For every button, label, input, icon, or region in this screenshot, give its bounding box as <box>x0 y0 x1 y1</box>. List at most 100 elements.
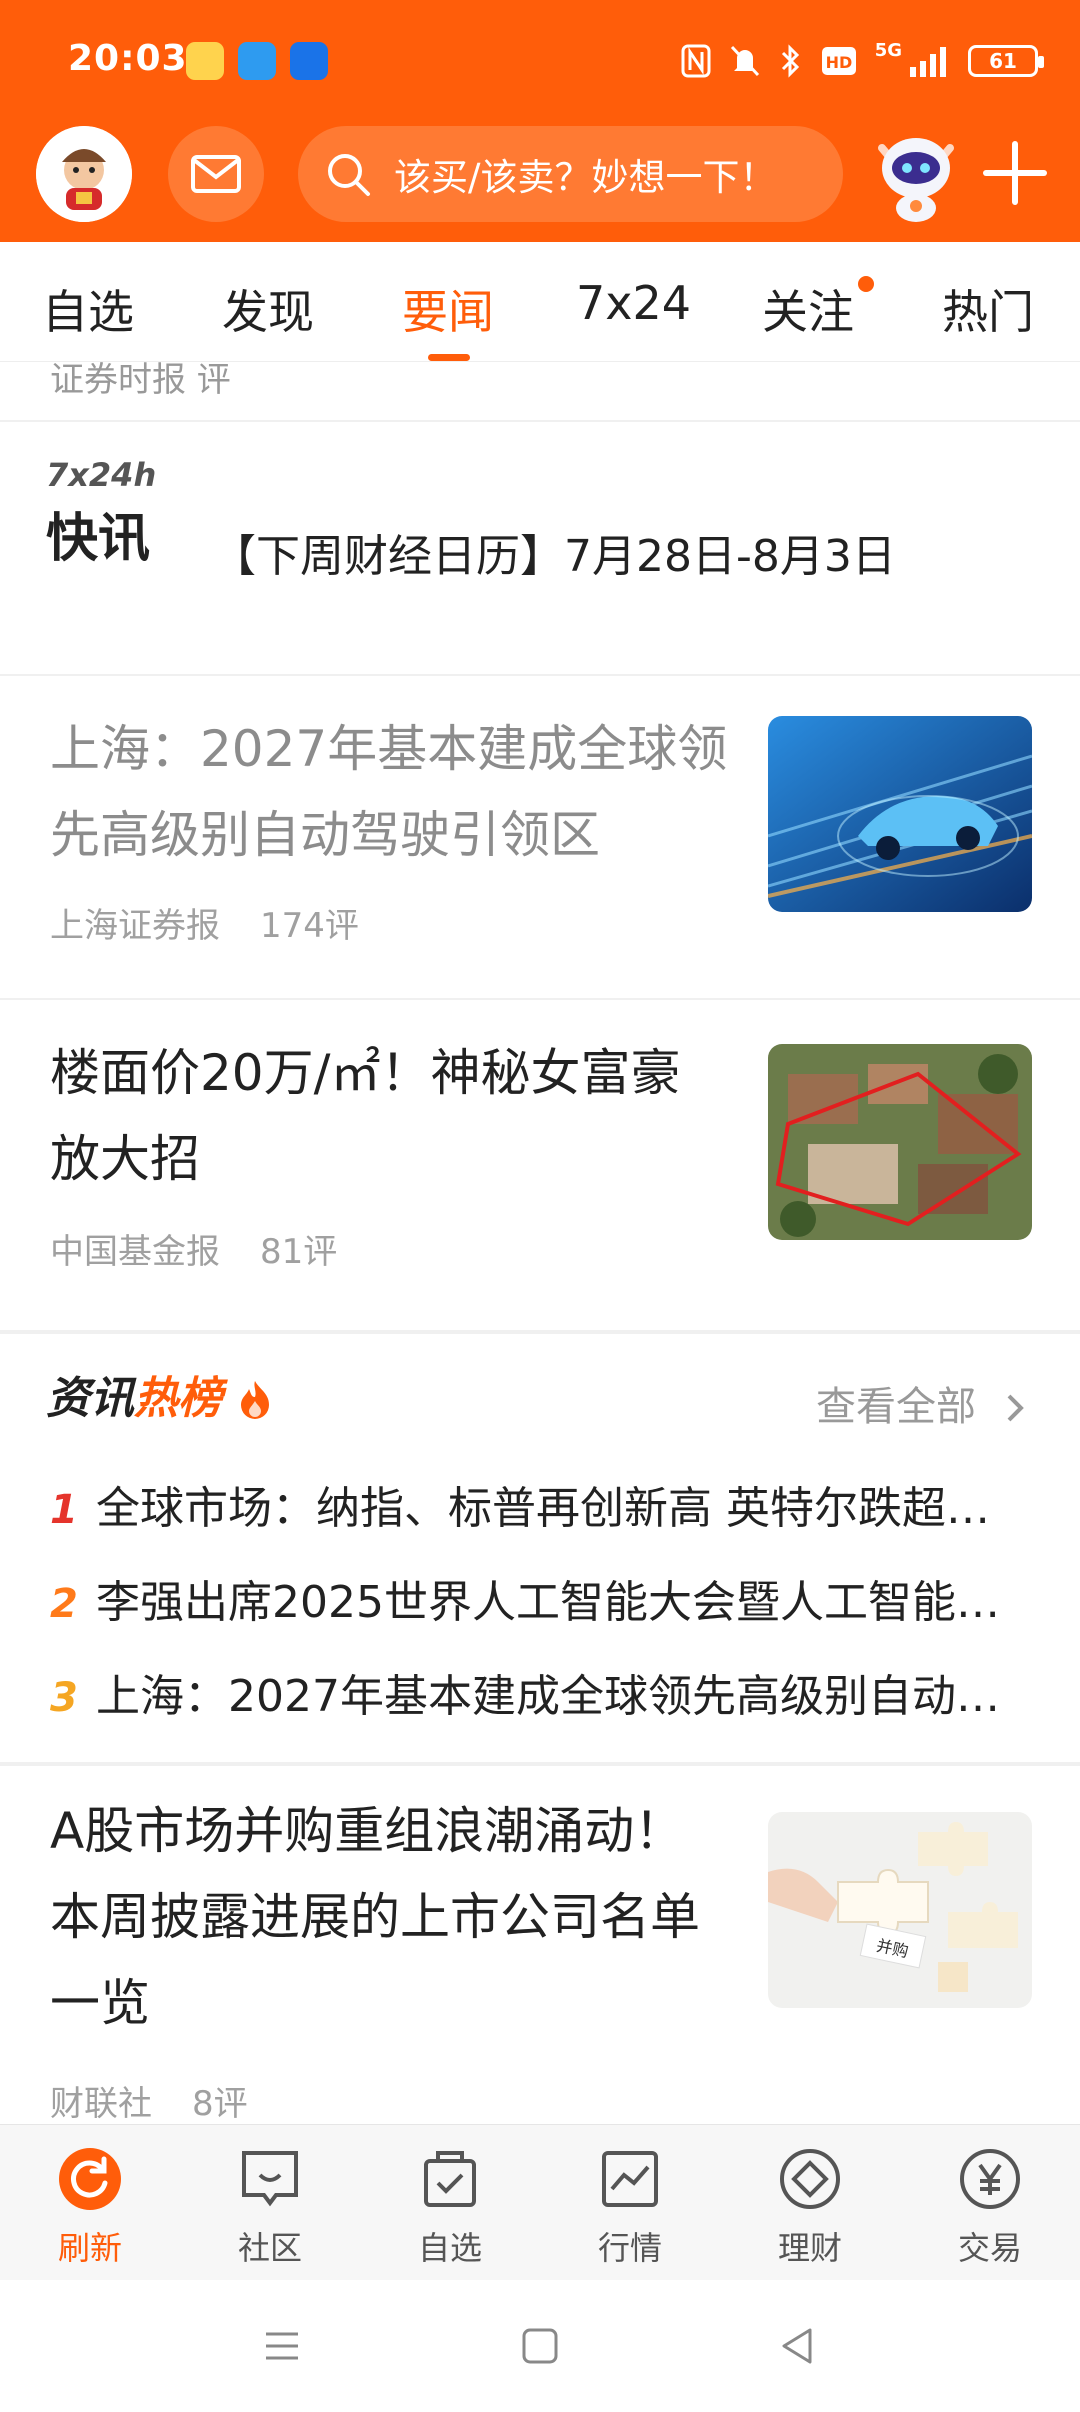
tab-watchlist[interactable]: 自选 <box>42 276 134 342</box>
hot-list-title-a: 资讯 <box>46 1373 134 1424</box>
hot-list-item[interactable]: 2 李强出席2025世界人工智能大会暨人工智能… <box>50 1566 1060 1630</box>
news-source: 财联社 <box>50 2084 152 2124</box>
tab-7x24[interactable]: 7x24 <box>576 276 691 330</box>
yuan-coin-icon <box>960 2149 1020 2209</box>
robot-mascot-icon <box>878 138 954 222</box>
news-thumbnail <box>768 1044 1032 1240</box>
add-icon[interactable] <box>980 138 1050 208</box>
aerial-land-image <box>768 1044 1032 1240</box>
signal-icon <box>910 47 946 77</box>
autonomous-car-image <box>768 716 1032 912</box>
cloud-notification-icon <box>290 42 328 80</box>
bottom-navigation: 刷新 社区 自选 行情 理财 交易 <box>0 2124 1080 2280</box>
hot-rank: 3 <box>50 1675 78 1721</box>
app-notification-icon <box>186 42 224 80</box>
system-navigation-bar <box>0 2280 1080 2412</box>
news-source: 上海证券报 <box>50 906 220 946</box>
hot-rank: 2 <box>50 1581 78 1627</box>
chat-bubble-icon <box>242 2151 298 2207</box>
news-comments: 174评 <box>260 906 359 946</box>
hd-icon: HD <box>821 47 856 75</box>
status-time: 20:03 <box>68 38 188 79</box>
nav-refresh[interactable]: 刷新 <box>0 2147 180 2269</box>
news-meta: 上海证券报 174评 <box>50 898 399 947</box>
tab-discover[interactable]: 发现 <box>222 276 314 342</box>
nav-label: 行情 <box>597 2229 662 2267</box>
nav-label: 自选 <box>417 2229 482 2267</box>
tab-headlines[interactable]: 要闻 <box>402 276 494 342</box>
nav-label: 刷新 <box>57 2229 122 2267</box>
refresh-icon <box>59 2148 121 2210</box>
status-bar: 20:03 HD 5G 61 <box>0 0 1080 120</box>
tab-following[interactable]: 关注 <box>762 276 854 342</box>
hot-list-item[interactable]: 3 上海：2027年基本建成全球领先高级别自动… <box>50 1660 1060 1724</box>
nav-label: 理财 <box>777 2229 842 2267</box>
trend-chart-icon <box>602 2151 658 2207</box>
ai-assistant-button[interactable] <box>862 118 970 226</box>
network-type: 5G <box>874 40 902 61</box>
bluetooth-icon <box>781 44 799 78</box>
see-all-label: 查看全部 <box>816 1384 976 1430</box>
nav-trade[interactable]: 交易 <box>900 2147 1080 2269</box>
flash-logo-bottom: 快讯 <box>46 509 151 569</box>
nav-market[interactable]: 行情 <box>540 2147 720 2269</box>
home-icon[interactable] <box>520 2326 560 2366</box>
search-placeholder: 该买/该卖？妙想一下！ <box>394 156 777 199</box>
mascot-avatar-icon <box>36 126 132 222</box>
news-comments: 8评 <box>192 2084 248 2124</box>
news-thumbnail <box>768 716 1032 912</box>
nav-wealth[interactable]: 理财 <box>720 2147 900 2269</box>
hot-rank: 1 <box>50 1487 78 1533</box>
hot-list-title: 资讯热榜 <box>46 1362 273 1426</box>
status-icons: HD 5G 61 <box>681 40 1044 82</box>
divider <box>0 1330 1080 1334</box>
news-item[interactable]: 楼面价20万/㎡！神秘女富豪放大招 中国基金报 81评 <box>0 1000 1080 1330</box>
news-title: 楼面价20万/㎡！神秘女富豪放大招 <box>50 1044 681 1188</box>
nav-label: 社区 <box>237 2229 302 2267</box>
mail-icon <box>191 155 241 193</box>
following-unread-dot <box>858 276 874 292</box>
search-icon <box>328 154 370 196</box>
hot-item-text: 李强出席2025世界人工智能大会暨人工智能… <box>96 1577 1000 1628</box>
message-button[interactable] <box>168 126 264 222</box>
hot-list-item[interactable]: 1 全球市场：纳指、标普再创新高 英特尔跌超… <box>50 1472 1060 1536</box>
news-source: 中国基金报 <box>50 1232 220 1272</box>
nfc-icon <box>681 44 711 78</box>
top-header: 20:03 HD 5G 61 该买/该卖？妙想一下！ <box>0 0 1080 242</box>
flash-news-logo: 7x24h 快讯 <box>46 456 158 571</box>
news-title: 上海：2027年基本建成全球领先高级别自动驾驶引领区 <box>50 720 728 864</box>
battery-indicator: 61 <box>968 45 1044 77</box>
news-comments: 81评 <box>260 1232 338 1272</box>
hot-news-section <box>0 362 1080 372</box>
news-title: A股市场并购重组浪潮涌动！本周披露进展的上市公司名单一览 <box>50 1802 700 2032</box>
active-tab-indicator <box>428 354 470 361</box>
flash-logo-top: 7x24h <box>46 456 157 494</box>
hot-list-title-b: 热榜 <box>134 1373 222 1424</box>
news-item[interactable]: A股市场并购重组浪潮涌动！本周披露进展的上市公司名单一览 财联社 8评 并购 <box>0 1766 1080 2124</box>
news-feed[interactable]: 证券时报 评 7x24h 快讯 【下周财经日历】7月28日-8月3日 上海：20… <box>0 362 1080 2124</box>
chevron-right-icon <box>1007 1394 1024 1422</box>
browser-notification-icon <box>238 42 276 80</box>
hot-item-text: 全球市场：纳指、标普再创新高 英特尔跌超… <box>96 1483 990 1534</box>
svg-text:HD: HD <box>825 53 852 72</box>
news-item[interactable]: 上海：2027年基本建成全球领先高级别自动驾驶引领区 上海证券报 174评 <box>0 676 1080 998</box>
flash-news-card[interactable]: 7x24h 快讯 【下周财经日历】7月28日-8月3日 <box>0 422 1080 672</box>
nav-watchlist[interactable]: 自选 <box>360 2147 540 2269</box>
search-bar[interactable]: 该买/该卖？妙想一下！ <box>298 126 843 222</box>
news-thumbnail: 并购 <box>768 1812 1032 2008</box>
news-meta: 中国基金报 81评 <box>50 1224 377 1273</box>
flame-icon <box>241 1381 270 1419</box>
nav-community[interactable]: 社区 <box>180 2147 360 2269</box>
back-icon[interactable] <box>778 2326 818 2366</box>
tab-trending[interactable]: 热门 <box>942 276 1034 342</box>
hot-item-text: 上海：2027年基本建成全球领先高级别自动… <box>96 1671 1000 1722</box>
battery-level: 61 <box>989 49 1017 73</box>
checklist-icon <box>424 2151 476 2207</box>
menu-icon[interactable] <box>262 2326 302 2366</box>
see-all-link[interactable]: 查看全部 <box>816 1374 1027 1432</box>
nav-label: 交易 <box>957 2229 1022 2267</box>
news-meta: 财联社 8评 <box>50 2076 288 2124</box>
puzzle-pieces-image: 并购 <box>768 1812 1032 2008</box>
diamond-icon <box>780 2149 840 2209</box>
user-avatar[interactable] <box>36 126 132 222</box>
